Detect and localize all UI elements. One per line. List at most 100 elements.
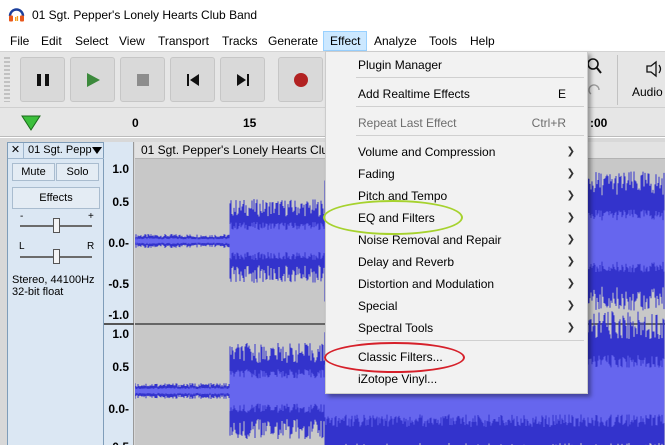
menu-item-shortcut: E [557, 87, 566, 101]
menu-item-distortion-and-modulation[interactable]: Distortion and Modulation ❯ [326, 273, 587, 295]
vruler-label: 0.5 [112, 195, 129, 209]
gain-minus-label: - [20, 211, 24, 222]
speaker-icon[interactable] [646, 60, 665, 78]
menu-select[interactable]: Select [69, 31, 114, 51]
pan-slider-thumb[interactable] [53, 249, 60, 264]
vruler-label: 1.0 [112, 327, 129, 341]
track-menu-arrow-icon [92, 147, 102, 154]
menu-analyze[interactable]: Analyze [368, 31, 423, 51]
pause-icon [36, 73, 49, 86]
solo-button[interactable]: Solo [56, 163, 99, 181]
menu-item-special[interactable]: Special ❯ [326, 295, 587, 317]
toolbar-grip-handle[interactable] [4, 57, 10, 102]
track-close-button[interactable]: ✕ [8, 143, 24, 159]
gain-slider-thumb[interactable] [53, 218, 60, 233]
play-button[interactable] [70, 57, 115, 102]
menu-edit[interactable]: Edit [35, 31, 68, 51]
menu-item-volume-and-compression[interactable]: Volume and Compression ❯ [326, 141, 587, 163]
mute-button[interactable]: Mute [12, 163, 55, 181]
menu-effect[interactable]: Effect [323, 31, 368, 51]
audio-setup-label[interactable]: Audio [632, 85, 663, 99]
vruler-label: -0.5 [108, 277, 129, 291]
menu-item-label: Delay and Reverb [358, 255, 455, 269]
track-effects-button[interactable]: Effects [12, 187, 100, 209]
skip-end-icon [236, 73, 249, 86]
record-icon [293, 72, 308, 87]
menu-item-label: Noise Removal and Repair [358, 233, 502, 247]
skip-to-end-button[interactable] [220, 57, 265, 102]
track-name-label: 01 Sgt. Pepp [28, 144, 92, 156]
stop-icon [136, 73, 149, 86]
pan-left-label: L [19, 241, 25, 252]
effect-dropdown-menu: Plugin Manager Add Realtime Effects E Repea… [323, 51, 588, 394]
track-format-info: Stereo, 44100Hz [12, 274, 95, 286]
menu-item-delay-and-reverb[interactable]: Delay and Reverb ❯ [326, 251, 587, 273]
menu-item-label: Volume and Compression [358, 145, 496, 159]
menu-item-label: Classic Filters... [358, 350, 443, 364]
menu-view[interactable]: View [113, 31, 151, 51]
timeline-label-30: :00 [590, 116, 608, 130]
timeline-label-15: 15 [243, 116, 257, 130]
submenu-arrow-icon: ❯ [566, 146, 575, 157]
menu-item-eq-and-filters[interactable]: EQ and Filters ❯ [326, 207, 587, 229]
menu-help[interactable]: Help [464, 31, 501, 51]
menu-separator [356, 135, 584, 136]
menu-transport[interactable]: Transport [152, 31, 215, 51]
menu-item-pitch-and-tempo[interactable]: Pitch and Tempo ❯ [326, 185, 587, 207]
submenu-arrow-icon: ❯ [566, 168, 575, 179]
menu-item-spectral-tools[interactable]: Spectral Tools ❯ [326, 317, 587, 339]
menu-separator [356, 340, 584, 341]
menu-separator [356, 106, 584, 107]
submenu-arrow-icon: ❯ [566, 234, 575, 245]
menu-item-label: EQ and Filters [358, 211, 435, 225]
track-control-panel: ✕ 01 Sgt. Pepp Mute Solo Effects - + L R… [7, 142, 104, 445]
record-button[interactable] [278, 57, 323, 102]
menu-generate[interactable]: Generate [262, 31, 324, 51]
menu-item-izotope-vinyl[interactable]: iZotope Vinyl... [326, 368, 587, 390]
menu-item-classic-filters[interactable]: Classic Filters... [326, 346, 587, 368]
menu-item-fading[interactable]: Fading ❯ [326, 163, 587, 185]
menu-item-add-realtime-effects[interactable]: Add Realtime Effects E [326, 83, 587, 105]
menu-item-noise-removal-and-repair[interactable]: Noise Removal and Repair ❯ [326, 229, 587, 251]
window-title: 01 Sgt. Pepper's Lonely Hearts Club Band [32, 8, 258, 22]
vruler-label: 1.0 [112, 162, 129, 176]
skip-to-start-button[interactable] [170, 57, 215, 102]
pause-button[interactable] [20, 57, 65, 102]
timeline-label-0: 0 [132, 116, 139, 130]
vertical-amplitude-ruler[interactable]: 1.0 0.5 0.0- -0.5 -1.0 1.0 0.5 0.0- -0.5 [104, 142, 134, 445]
menu-item-label: Plugin Manager [358, 58, 443, 72]
track-name-menu[interactable]: 01 Sgt. Pepp [24, 143, 104, 159]
menu-item-label: Distortion and Modulation [358, 277, 495, 291]
menu-item-label: Special [358, 299, 398, 313]
menu-item-label: iZotope Vinyl... [358, 372, 438, 386]
vruler-label: 0.0- [108, 402, 129, 416]
menu-file[interactable]: File [4, 31, 35, 51]
vruler-label: -1.0 [108, 308, 129, 322]
menu-item-label: Spectral Tools [358, 321, 434, 335]
submenu-arrow-icon: ❯ [566, 190, 575, 201]
menu-item-plugin-manager[interactable]: Plugin Manager [326, 54, 587, 76]
play-icon [86, 72, 100, 87]
menu-item-label: Add Realtime Effects [358, 87, 470, 101]
submenu-arrow-icon: ❯ [566, 322, 575, 333]
menu-item-repeat-last-effect: Repeat Last Effect Ctrl+R [326, 112, 587, 134]
submenu-arrow-icon: ❯ [566, 212, 575, 223]
audacity-logo-icon [8, 8, 25, 22]
menu-item-shortcut: Ctrl+R [531, 116, 566, 130]
zoom-icon[interactable] [586, 57, 602, 75]
vruler-label: 0.5 [112, 360, 129, 374]
stop-button[interactable] [120, 57, 165, 102]
play-head-triangle-icon[interactable] [16, 113, 46, 133]
menu-item-label: Fading [358, 167, 395, 181]
menu-item-label: Pitch and Tempo [358, 189, 448, 203]
submenu-arrow-icon: ❯ [566, 256, 575, 267]
redo-icon[interactable] [588, 84, 602, 98]
menu-tools[interactable]: Tools [423, 31, 463, 51]
channel-divider [104, 323, 134, 325]
submenu-arrow-icon: ❯ [566, 278, 575, 289]
menu-bar: File Edit Select View Transport Tracks Generat… [0, 31, 665, 51]
skip-start-icon [186, 73, 199, 86]
title-bar: 01 Sgt. Pepper's Lonely Hearts Club Band [0, 0, 665, 31]
gain-plus-label: + [88, 211, 94, 222]
menu-tracks[interactable]: Tracks [216, 31, 264, 51]
